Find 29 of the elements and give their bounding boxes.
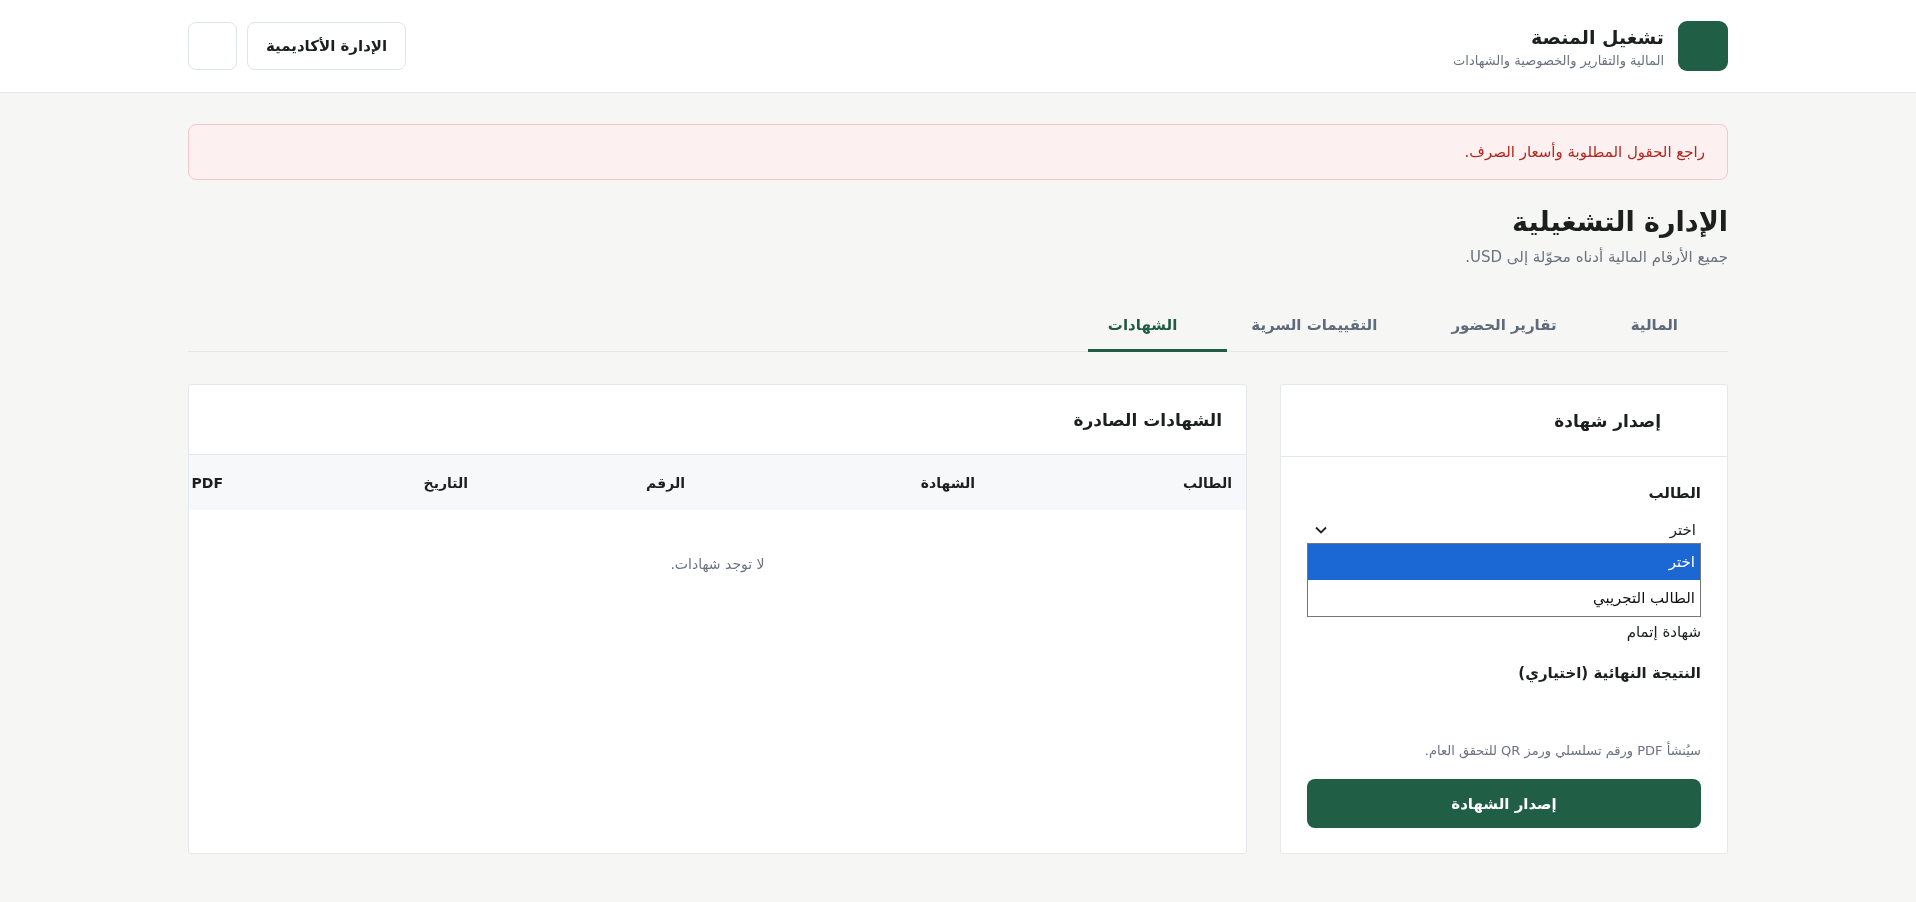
dropdown-option[interactable]: الطالب التجريبي	[1308, 580, 1700, 616]
certificate-type-select[interactable]: شهادة إتمام	[1626, 620, 1701, 644]
error-alert: راجع الحقول المطلوبة وأسعار الصرف.	[188, 124, 1728, 180]
empty-state-message: لا توجد شهادات.	[670, 556, 765, 572]
column-header: PDF	[191, 474, 223, 491]
tab[interactable]: التقييمات السرية	[1231, 300, 1428, 352]
issue-certificate-button[interactable]: إصدار الشهادة	[1307, 779, 1701, 828]
tab[interactable]: الشهادات	[1087, 300, 1228, 352]
app-subtitle: المالية والتقارير والخصوصية والشهادات	[1453, 53, 1664, 68]
field-label: الطالب	[1647, 483, 1701, 504]
logo-icon	[1678, 21, 1728, 71]
tab[interactable]: المالية	[1610, 300, 1728, 352]
hint-text: سيُنشأ PDF ورقم تسلسلي ورمز QR للتحقق العام.	[1423, 742, 1701, 760]
card-title: إصدار شهادة	[1554, 410, 1661, 431]
dropdown-option[interactable]: اختر	[1308, 544, 1700, 580]
field-label: النتيجة النهائية (اختياري)	[1517, 663, 1701, 684]
column-header: الطالب	[1182, 474, 1232, 491]
blank-button[interactable]	[188, 22, 237, 70]
card-title: الشهادات الصادرة	[1073, 409, 1222, 430]
page-title: الإدارة التشغيلية	[1511, 205, 1728, 240]
academic-admin-button[interactable]: الإدارة الأكاديمية	[247, 22, 407, 70]
app-title: تشغيل المنصة	[1530, 25, 1664, 50]
caret-icon	[1315, 526, 1327, 534]
column-header: التاريخ	[423, 474, 468, 491]
column-header: الرقم	[646, 474, 685, 491]
tab[interactable]: تقارير الحضور	[1431, 300, 1607, 352]
student-select[interactable]: اختر	[1307, 516, 1701, 544]
page-subtitle: جميع الأرقام المالية أدناه محوّلة إلى USD.	[1464, 246, 1728, 268]
column-header: الشهادة	[920, 474, 975, 491]
